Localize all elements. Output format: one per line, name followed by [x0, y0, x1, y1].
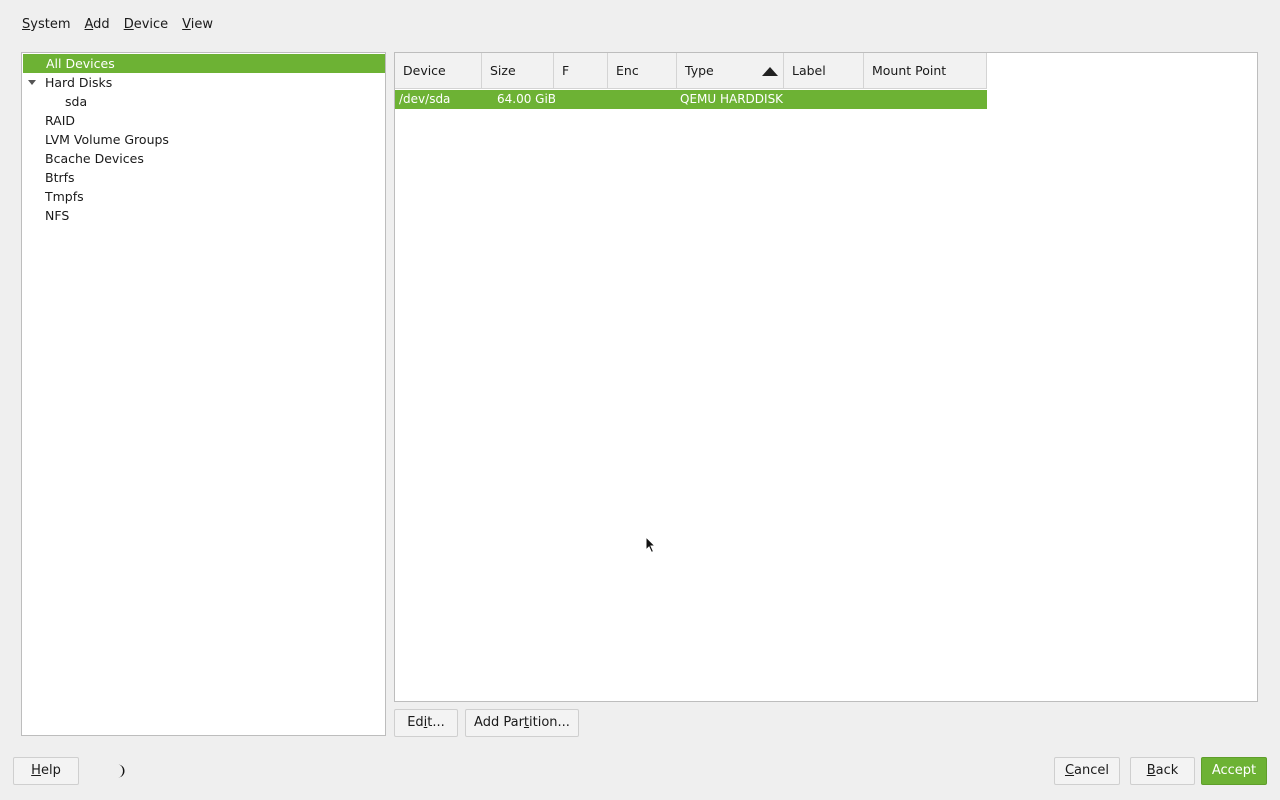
table-row[interactable]: /dev/sda 64.00 GiB QEMU HARDDISK	[395, 90, 987, 109]
menu-device-mnemonic: D	[123, 17, 134, 32]
device-tree[interactable]: All Devices Hard Disks sda RAID LVM Volu…	[21, 52, 386, 736]
menu-view[interactable]: View	[174, 14, 219, 36]
menu-device-label: evice	[133, 17, 169, 32]
table-header: Device Size F Enc Type Label Mount Point	[395, 53, 987, 89]
tree-item-label: RAID	[45, 113, 76, 128]
edit-button-label: Ed	[407, 715, 424, 730]
tree-item-label: Tmpfs	[45, 189, 84, 204]
cancel-button[interactable]: Cancel	[1054, 757, 1120, 785]
column-header-device[interactable]: Device	[395, 53, 482, 89]
cancel-mnemonic: C	[1064, 763, 1075, 778]
menu-system[interactable]: System	[14, 14, 77, 36]
cell-enc	[609, 90, 680, 109]
sort-ascending-icon	[762, 67, 778, 76]
help-label: elp	[40, 763, 61, 778]
back-label: ack	[1155, 763, 1179, 778]
column-header-enc[interactable]: Enc	[608, 53, 677, 89]
menu-bar: System Add Device View	[14, 14, 219, 36]
add-partition-label: Add Par	[474, 715, 524, 730]
tree-item-tmpfs[interactable]: Tmpfs	[22, 187, 385, 206]
device-table[interactable]: Device Size F Enc Type Label Mount Point…	[394, 52, 1258, 702]
mouse-pointer-icon	[645, 536, 657, 554]
tree-item-btrfs[interactable]: Btrfs	[22, 168, 385, 187]
tree-item-lvm-volume-groups[interactable]: LVM Volume Groups	[22, 130, 385, 149]
menu-device[interactable]: Device	[116, 14, 174, 36]
column-header-type[interactable]: Type	[677, 53, 784, 89]
menu-system-label: ystem	[30, 17, 71, 32]
tree-item-sda[interactable]: sda	[22, 92, 385, 111]
menu-add[interactable]: Add	[77, 14, 116, 36]
tree-item-label: NFS	[45, 208, 70, 223]
column-header-label[interactable]: Label	[784, 53, 864, 89]
tree-item-raid[interactable]: RAID	[22, 111, 385, 130]
tree-item-bcache-devices[interactable]: Bcache Devices	[22, 149, 385, 168]
help-button[interactable]: Help	[13, 757, 79, 785]
cell-mount-point	[867, 90, 987, 109]
cancel-label: ancel	[1074, 763, 1110, 778]
menu-add-mnemonic: A	[84, 17, 94, 32]
menu-add-label: dd	[93, 17, 110, 32]
back-mnemonic: B	[1146, 763, 1156, 778]
tree-item-label: Btrfs	[45, 170, 75, 185]
column-header-mount-point[interactable]: Mount Point	[864, 53, 987, 89]
tree-item-label: All Devices	[46, 56, 115, 71]
cell-f	[555, 90, 609, 109]
triangle-down-icon[interactable]	[28, 80, 36, 85]
cell-size: 64.00 GiB	[497, 92, 555, 106]
column-header-f[interactable]: F	[554, 53, 608, 89]
cell-type: QEMU HARDDISK	[680, 92, 784, 106]
tree-item-label: LVM Volume Groups	[45, 132, 169, 147]
column-header-size[interactable]: Size	[482, 53, 554, 89]
help-mnemonic: H	[31, 763, 41, 778]
cell-device: /dev/sda	[399, 92, 451, 106]
tree-item-label: sda	[65, 94, 88, 109]
cell-label	[787, 90, 867, 109]
tree-item-nfs[interactable]: NFS	[22, 206, 385, 225]
accept-button[interactable]: Accept	[1201, 757, 1267, 785]
add-partition-label-end: ition...	[529, 715, 570, 730]
tree-item-all-devices[interactable]: All Devices	[23, 54, 385, 73]
back-button[interactable]: Back	[1130, 757, 1195, 785]
edit-button-label-end: t...	[427, 715, 445, 730]
add-partition-button[interactable]: Add Partition...	[465, 709, 579, 737]
menu-view-mnemonic: V	[182, 17, 191, 32]
tree-item-label: Hard Disks	[45, 75, 113, 90]
tree-item-label: Bcache Devices	[45, 151, 144, 166]
edit-button[interactable]: Edit...	[394, 709, 458, 737]
column-header-type-label: Type	[685, 63, 714, 78]
moon-icon[interactable]	[114, 764, 126, 778]
menu-view-label: iew	[190, 17, 214, 32]
accept-label: Accept	[1211, 763, 1257, 778]
tree-item-hard-disks[interactable]: Hard Disks	[22, 73, 385, 92]
